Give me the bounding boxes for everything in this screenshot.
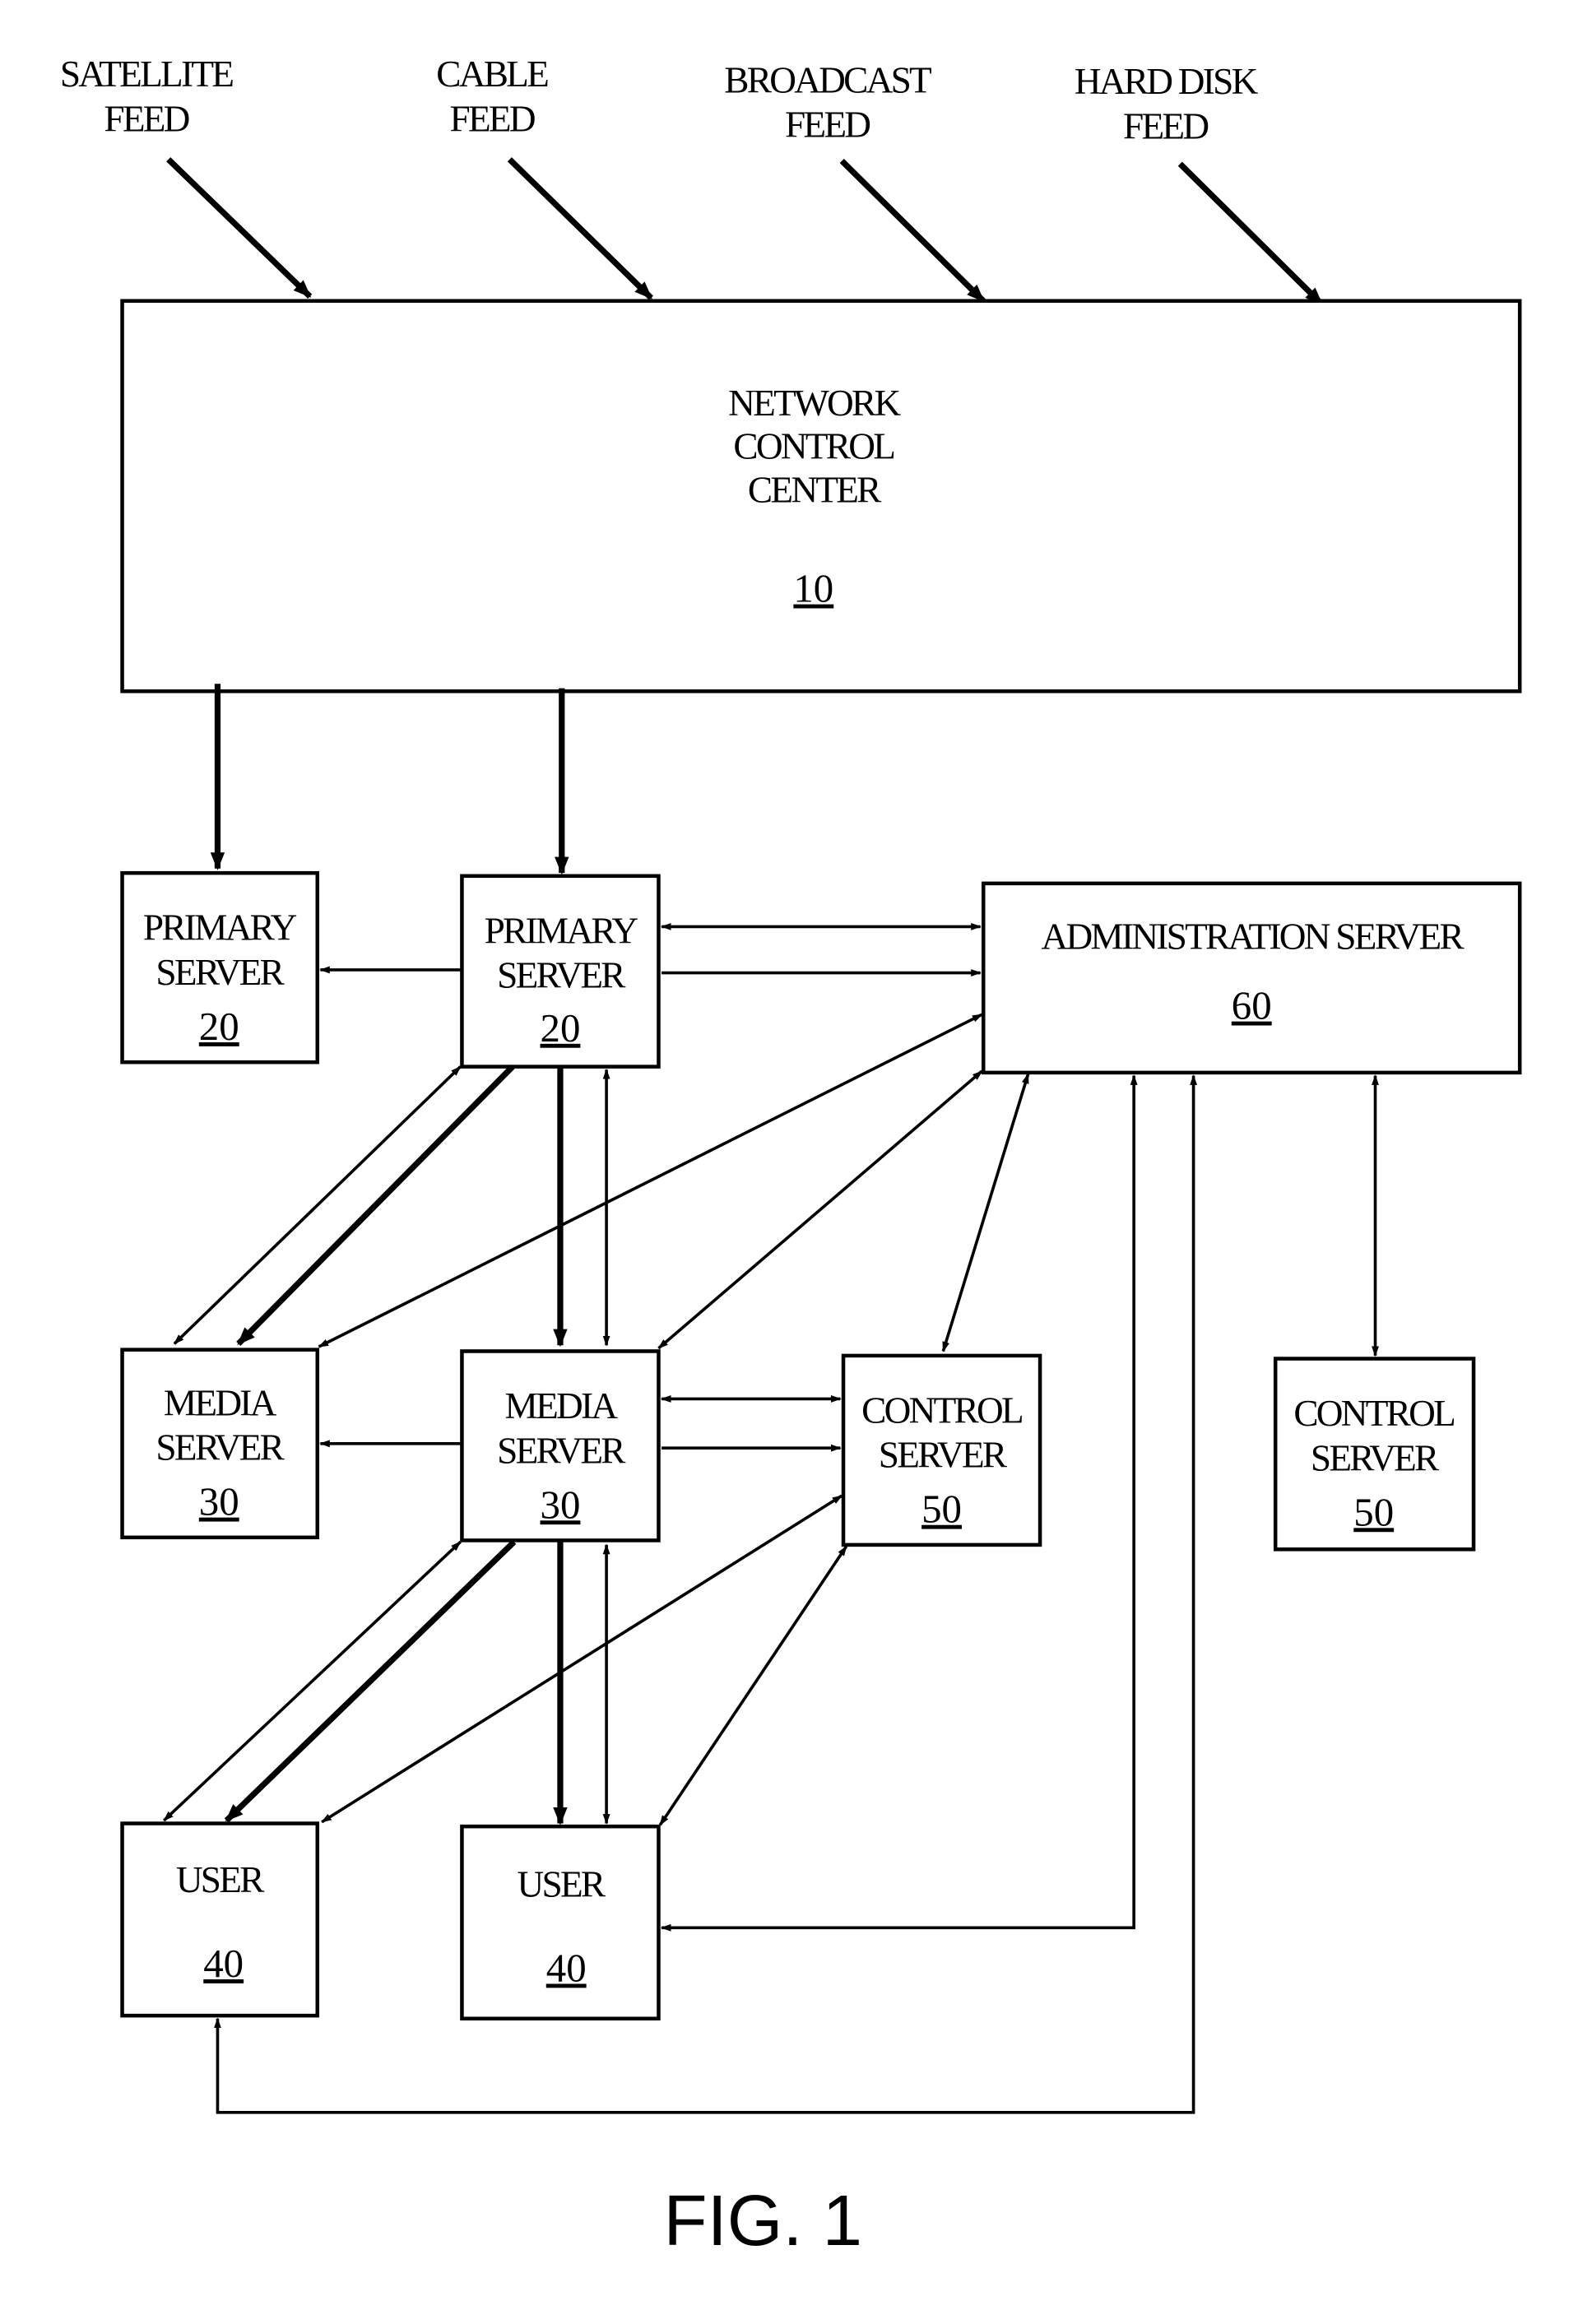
administration-server-box <box>981 881 1522 1075</box>
primary2-media1-bidirectional <box>173 1065 462 1345</box>
server-label: CONTROL <box>861 1389 1022 1431</box>
server-label: SERVER <box>156 1427 285 1468</box>
feed-arrow-cable <box>507 157 653 300</box>
feed-label: FEED <box>104 98 188 139</box>
feed-label: BROADCAST <box>724 59 931 100</box>
server-ref: 50 <box>1353 1489 1394 1534</box>
feed-hard-disk: HARD DISK FEED <box>1075 61 1260 146</box>
user-1: USER 40 <box>120 1821 320 2018</box>
server-label: SERVER <box>879 1435 1008 1476</box>
primary2-to-media1 <box>236 1065 515 1346</box>
feed-broadcast: BROADCAST FEED <box>724 59 933 146</box>
user-box <box>120 1821 320 2018</box>
feed-label: HARD DISK <box>1075 61 1259 102</box>
server-label: MEDIA <box>505 1385 619 1426</box>
media-server-1: MEDIA SERVER 30 <box>120 1348 320 1540</box>
server-label: ADMINISTRATION SERVER <box>1041 916 1465 958</box>
user-ref: 40 <box>546 1945 587 1990</box>
server-label: MEDIA <box>164 1382 277 1423</box>
server-ref: 50 <box>921 1487 962 1532</box>
feed-satellite: SATELLITE FEED <box>60 53 235 139</box>
feed-arrow-broadcast <box>839 159 986 304</box>
ncc-ref: 10 <box>793 566 833 611</box>
server-ref: 30 <box>199 1479 239 1524</box>
primary-server-2: PRIMARY SERVER 20 <box>460 874 661 1069</box>
server-label: SERVER <box>497 955 626 996</box>
user-ref: 40 <box>203 1941 244 1986</box>
feed-label: FEED <box>785 104 870 146</box>
feed-label: FEED <box>1123 105 1208 146</box>
ncc-label: NETWORK <box>728 383 901 424</box>
media2-user1-bidirectional <box>163 1540 462 1822</box>
control1-user2-bidirectional <box>658 1545 848 1826</box>
server-label: SERVER <box>497 1430 626 1471</box>
system-diagram: SATELLITE FEED CABLE FEED BROADCAST FEED… <box>60 53 1522 2261</box>
user-2: USER 40 <box>460 1824 661 2021</box>
media2-to-user1 <box>224 1539 517 1823</box>
media-server-2: MEDIA SERVER 30 <box>460 1349 661 1542</box>
server-label: PRIMARY <box>143 907 297 949</box>
user-label: USER <box>176 1859 265 1900</box>
user-label: USER <box>518 1863 606 1904</box>
control1-user1-bidirectional <box>321 1494 843 1824</box>
network-control-center: NETWORK CONTROL CENTER 10 <box>120 299 1522 693</box>
server-ref: 30 <box>541 1482 581 1527</box>
feed-arrow-satellite <box>166 157 313 299</box>
control-server-1: CONTROL SERVER 50 <box>841 1353 1042 1547</box>
feed-label: CABLE <box>436 53 548 95</box>
feed-arrow-hard-disk <box>1177 161 1324 306</box>
control-server-2: CONTROL SERVER 50 <box>1273 1357 1476 1552</box>
feed-label: FEED <box>450 98 535 139</box>
admin-control1-bidirectional <box>941 1073 1030 1352</box>
server-ref: 60 <box>1232 983 1272 1028</box>
feed-cable: CABLE FEED <box>436 53 550 139</box>
figure-label: FIG. 1 <box>664 2181 862 2261</box>
server-label: PRIMARY <box>485 910 638 951</box>
admin-user1-route <box>214 1074 1198 2114</box>
server-ref: 20 <box>199 1004 239 1049</box>
admin-media2-bidirectional <box>657 1069 983 1350</box>
server-label: SERVER <box>156 952 285 993</box>
server-ref: 20 <box>541 1005 581 1051</box>
feed-label: SATELLITE <box>60 53 233 95</box>
primary-server-1: PRIMARY SERVER 20 <box>120 870 320 1065</box>
administration-server: ADMINISTRATION SERVER 60 <box>981 881 1522 1075</box>
ncc-label: CONTROL <box>733 426 894 467</box>
server-label: CONTROL <box>1293 1393 1454 1434</box>
server-label: SERVER <box>1311 1437 1440 1478</box>
ncc-label: CENTER <box>748 469 882 510</box>
